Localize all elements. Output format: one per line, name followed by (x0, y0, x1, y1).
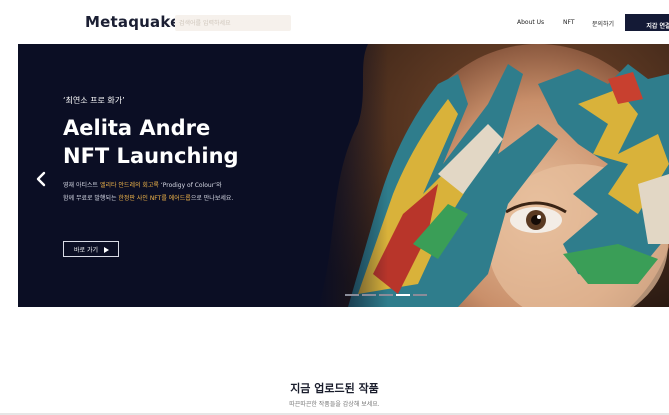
go-now-label: 바로 가기 (74, 246, 98, 254)
nav-about-us[interactable]: About Us (517, 19, 544, 26)
hero-title-line2: NFT Launching (63, 144, 239, 168)
go-now-button[interactable]: 바로 가기 (63, 241, 119, 257)
connect-wallet-button[interactable]: 지갑 연결 (625, 14, 669, 31)
hero-kicker: ‘최연소 프로 화가’ (63, 96, 125, 105)
hero-title: Aelita Andre NFT Launching (63, 114, 239, 170)
site-header: Metaquake About Us NFT 문의하기 지갑 연결 (0, 0, 669, 44)
desc-line1-c: ‘Prodigy of Colour’와 (158, 182, 222, 189)
page: Metaquake About Us NFT 문의하기 지갑 연결 (0, 0, 669, 415)
nav-contact[interactable]: 문의하기 (592, 19, 614, 28)
desc-line1-a: 영재 아티스트 (63, 182, 100, 189)
desc-line1-highlight: 엘리타 안드레의 회고록 (99, 182, 159, 189)
chevron-left-icon[interactable] (35, 171, 47, 187)
desc-line2-a: 함께 무료로 발행되는 (63, 195, 119, 202)
hero-description: 영재 아티스트 엘리타 안드레의 회고록 ‘Prodigy of Colour’… (63, 179, 233, 205)
nav-nft[interactable]: NFT (563, 19, 575, 26)
slide-indicator-2[interactable] (362, 294, 376, 296)
hero-title-line1: Aelita Andre (63, 116, 211, 140)
desc-line2-c: 으로 만나보세요. (190, 195, 234, 202)
section-title: 지금 업로드된 작품 (290, 382, 379, 395)
search-input[interactable] (175, 15, 291, 31)
play-triangle-icon (104, 247, 109, 253)
slide-indicator-1[interactable] (345, 294, 359, 296)
section-subtitle: 따끈따끈한 작품들을 감상해 보세요. (289, 401, 380, 408)
slide-indicator-4[interactable] (396, 294, 410, 296)
slide-indicator-3[interactable] (379, 294, 393, 296)
desc-line2-highlight: 한정판 사인 NFT를 에어드롭 (118, 195, 191, 202)
hero-banner: ‘최연소 프로 화가’ Aelita Andre NFT Launching 영… (18, 44, 669, 307)
slide-indicator-5[interactable] (413, 294, 427, 296)
hero-artwork-image (318, 44, 669, 307)
site-logo[interactable]: Metaquake (85, 13, 180, 31)
